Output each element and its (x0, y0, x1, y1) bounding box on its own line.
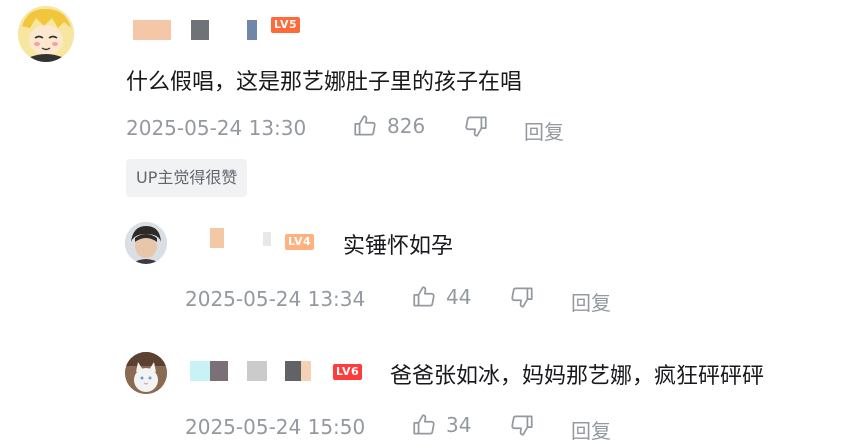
like-count: 826 (387, 114, 426, 138)
comment-text: 什么假唱，这是那艺娜肚子里的孩子在唱 (126, 70, 523, 95)
comment-date: 2025-05-24 13:34 (185, 287, 366, 311)
up-liked-tag: UP主觉得很赞 (126, 159, 248, 197)
like-count: 44 (446, 285, 472, 309)
comment-date: 2025-05-24 13:30 (126, 116, 307, 140)
comment-text: 实锤怀如孕 (343, 234, 454, 259)
avatar[interactable] (18, 6, 74, 62)
avatar[interactable] (125, 352, 167, 394)
reply-button[interactable]: 回复 (571, 287, 611, 316)
like-count: 34 (446, 413, 472, 437)
thumbs-down-icon[interactable] (463, 113, 489, 139)
comment-date: 2025-05-24 15:50 (185, 415, 366, 439)
level-badge: LV6 (333, 364, 363, 380)
thumbs-up-icon[interactable] (352, 113, 378, 139)
reply-button[interactable]: 回复 (524, 116, 564, 145)
comment-text: 爸爸张如冰，妈妈那艺娜，疯狂砰砰砰 (390, 364, 765, 389)
level-badge: LV4 (285, 234, 315, 250)
reply-button[interactable]: 回复 (571, 415, 611, 444)
thumbs-down-icon[interactable] (509, 412, 535, 438)
thumbs-up-icon[interactable] (411, 284, 437, 310)
thumbs-down-icon[interactable] (509, 284, 535, 310)
thumbs-up-icon[interactable] (411, 412, 437, 438)
level-badge: LV5 (271, 17, 301, 33)
avatar[interactable] (125, 222, 167, 264)
